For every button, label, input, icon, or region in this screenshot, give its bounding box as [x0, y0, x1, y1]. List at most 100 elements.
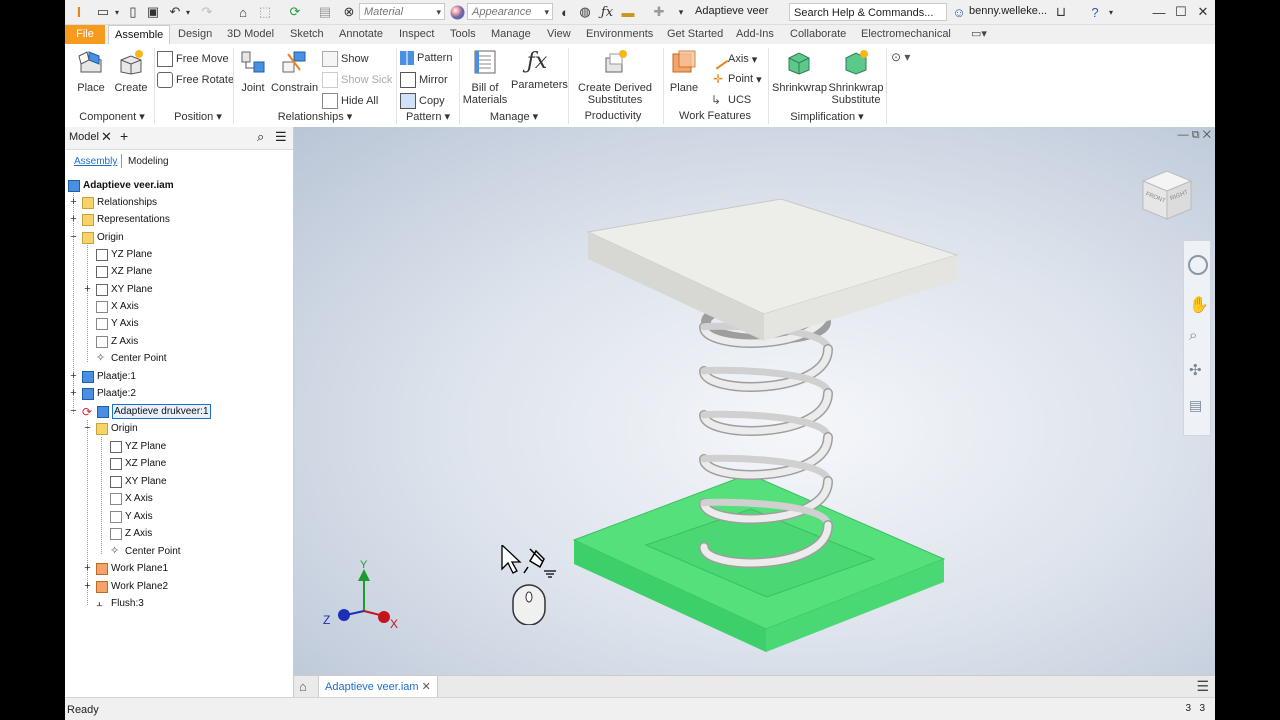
pan-icon[interactable]: ✋: [1189, 295, 1209, 315]
tree-work-plane-2[interactable]: Work Plane2: [96, 578, 168, 595]
expand-workplane1-icon[interactable]: +: [83, 560, 92, 577]
group-manage-label[interactable]: Manage ▾: [462, 110, 566, 123]
tree-plaatje-2[interactable]: Plaatje:2: [82, 385, 136, 402]
cart-icon[interactable]: ⊔: [1053, 4, 1069, 20]
tree-flush-3[interactable]: ⫠ Flush:3: [96, 595, 144, 612]
tree-y-axis[interactable]: Y Axis: [96, 315, 139, 332]
tab-get-started[interactable]: Get Started: [661, 25, 729, 44]
new-dropdown-icon[interactable]: ▾: [109, 4, 125, 20]
create-derived-substitutes-button[interactable]: Create Derived Substitutes: [573, 48, 657, 106]
tree-xy-plane-2[interactable]: XY Plane: [110, 473, 167, 490]
search-icon[interactable]: ⌕: [257, 129, 264, 145]
tab-design[interactable]: Design: [172, 25, 218, 44]
help-dropdown-icon[interactable]: ▾: [1103, 4, 1119, 20]
collapse-drukveer-icon[interactable]: −: [69, 403, 78, 420]
tab-sketch[interactable]: Sketch: [284, 25, 330, 44]
clear-appearance-icon[interactable]: ◍: [577, 4, 593, 20]
expand-plaatje2-icon[interactable]: +: [69, 385, 78, 402]
assembly-mode-tab[interactable]: Assembly: [74, 156, 117, 167]
place-button[interactable]: Place: [73, 48, 109, 94]
tab-tools[interactable]: Tools: [444, 25, 482, 44]
ucs-button[interactable]: ↳ UCS: [711, 93, 751, 107]
tree-relationships[interactable]: Relationships: [82, 194, 157, 211]
bill-of-materials-button[interactable]: Bill of Materials: [462, 48, 508, 106]
copy-button[interactable]: Copy: [400, 93, 445, 109]
expand-plaatje1-icon[interactable]: +: [69, 368, 78, 385]
search-input[interactable]: Search Help & Commands...: [789, 3, 947, 21]
parameters-button[interactable]: ƒx Parameters: [511, 48, 568, 91]
user-icon[interactable]: ☺: [951, 4, 967, 20]
collapse-origin2-icon[interactable]: −: [83, 420, 92, 437]
browser-tab-model[interactable]: Model: [69, 131, 99, 143]
plus-icon[interactable]: ✚: [651, 4, 667, 20]
tree-adaptieve-drukveer[interactable]: ⟳ Adaptieve drukveer:1: [82, 403, 211, 420]
fx-icon[interactable]: ƒx: [599, 4, 615, 20]
shrinkwrap-substitute-button[interactable]: Shrinkwrap Substitute: [828, 48, 884, 106]
home-icon[interactable]: ⌂: [235, 4, 251, 20]
tab-3d-model[interactable]: 3D Model: [221, 25, 280, 44]
tree-z-axis[interactable]: Z Axis: [96, 333, 138, 350]
graphics-viewport[interactable]: FRONT RIGHT — ⧉ ✕ ✋ ⌕ ✣ ▤ Y X Z: [294, 127, 1215, 675]
tab-file[interactable]: File: [65, 25, 105, 44]
tree-y-axis-2[interactable]: Y Axis: [110, 508, 153, 525]
save-icon[interactable]: ▣: [145, 4, 161, 20]
expand-relationships-icon[interactable]: +: [69, 194, 78, 211]
tab-menu-icon[interactable]: ☰: [1196, 678, 1209, 695]
tree-center-point[interactable]: ✧ Center Point: [96, 350, 167, 367]
create-button[interactable]: Create: [113, 48, 149, 94]
free-rotate-button[interactable]: Free Rotate: [157, 72, 234, 88]
show-sick-button[interactable]: Show Sick: [322, 72, 392, 88]
show-button[interactable]: Show: [322, 51, 369, 67]
group-position-label[interactable]: Position ▾: [157, 110, 239, 123]
tree-x-axis-2[interactable]: X Axis: [110, 490, 153, 507]
open-folder-icon[interactable]: ▯: [125, 4, 141, 20]
tree-xy-plane[interactable]: XY Plane: [96, 281, 153, 298]
tree-xz-plane[interactable]: XZ Plane: [96, 263, 152, 280]
group-simplification-label[interactable]: Simplification ▾: [772, 110, 882, 123]
zoom-icon[interactable]: ⌕: [1189, 327, 1197, 344]
tree-yz-plane[interactable]: YZ Plane: [96, 246, 152, 263]
collapse-origin-icon[interactable]: −: [69, 229, 78, 246]
modeling-mode-tab[interactable]: Modeling: [128, 156, 169, 167]
appearance-select[interactable]: Appearance ▾: [467, 3, 553, 20]
tree-xz-plane-2[interactable]: XZ Plane: [110, 455, 166, 472]
select-icon[interactable]: ⬚: [257, 4, 273, 20]
group-pattern-label[interactable]: Pattern ▾: [398, 110, 458, 123]
tab-electromechanical[interactable]: Electromechanical: [855, 25, 957, 44]
undo-dropdown-icon[interactable]: ▾: [180, 4, 196, 20]
minimize-icon[interactable]: —: [1151, 4, 1167, 20]
help-icon[interactable]: ?: [1087, 4, 1103, 20]
add-browser-icon[interactable]: +: [120, 128, 128, 144]
tab-annotate[interactable]: Annotate: [333, 25, 389, 44]
tree-work-plane-1[interactable]: Work Plane1: [96, 560, 168, 577]
browser-menu-icon[interactable]: ☰: [275, 129, 287, 145]
close-tab-icon[interactable]: ✕: [422, 681, 431, 693]
tab-manage[interactable]: Manage: [485, 25, 537, 44]
expand-representations-icon[interactable]: +: [69, 211, 78, 228]
home-tab-icon[interactable]: ⌂: [299, 679, 307, 694]
view-cube[interactable]: FRONT RIGHT: [1137, 167, 1195, 225]
user-name[interactable]: benny.welleke...: [969, 5, 1047, 17]
hide-all-button[interactable]: Hide All: [322, 93, 378, 109]
top-plate-plaatje-1[interactable]: [586, 198, 959, 341]
joint-button[interactable]: Joint: [237, 48, 269, 94]
tree-root[interactable]: Adaptieve veer.iam: [68, 177, 174, 194]
tree-x-axis[interactable]: X Axis: [96, 298, 139, 315]
tab-assemble[interactable]: Assemble: [108, 25, 171, 44]
point-button[interactable]: ✛ Point ▾: [711, 72, 762, 86]
document-tab-active[interactable]: Adaptieve veer.iam ✕: [318, 676, 438, 698]
maximize-icon[interactable]: ☐: [1173, 4, 1189, 20]
steering-wheel-icon[interactable]: [1188, 255, 1208, 275]
orbit-icon[interactable]: ✣: [1189, 361, 1202, 379]
expand-xy-icon[interactable]: +: [83, 281, 92, 298]
tree-origin[interactable]: Origin: [82, 229, 124, 246]
tab-add-ins[interactable]: Add-Ins: [730, 25, 780, 44]
pattern-button[interactable]: Pattern: [400, 51, 452, 65]
ribbon-display-toggle-icon[interactable]: ▭▾: [965, 25, 993, 44]
free-move-button[interactable]: Free Move: [157, 51, 229, 67]
app-logo-icon[interactable]: I: [71, 4, 87, 21]
look-at-icon[interactable]: ▤: [1189, 397, 1202, 414]
tree-yz-plane-2[interactable]: YZ Plane: [110, 438, 166, 455]
ribbon-options-icon[interactable]: ⊙ ▾: [891, 50, 910, 64]
expand-workplane2-icon[interactable]: +: [83, 578, 92, 595]
